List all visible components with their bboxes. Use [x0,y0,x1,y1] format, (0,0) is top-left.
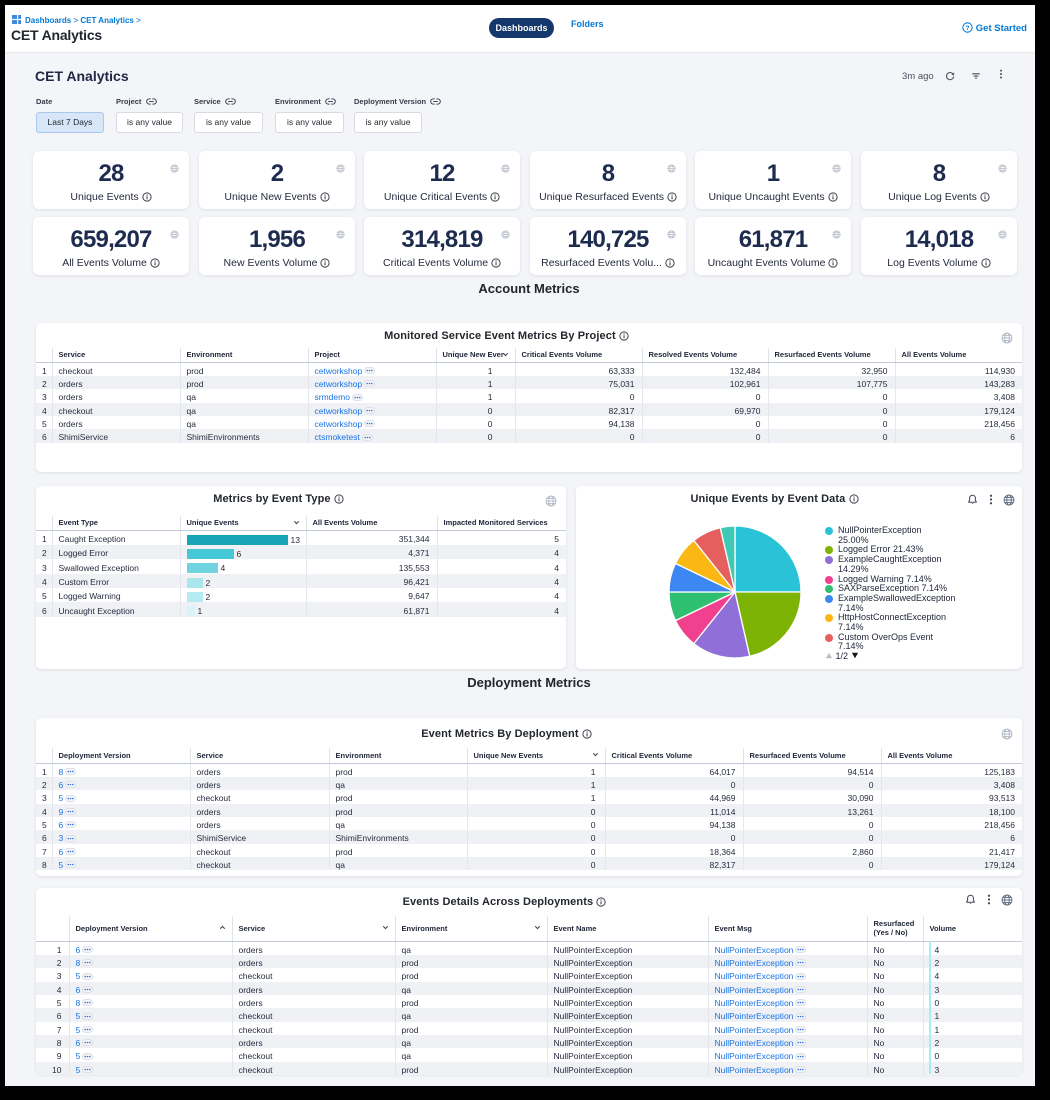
svg-text:?: ? [965,25,969,32]
